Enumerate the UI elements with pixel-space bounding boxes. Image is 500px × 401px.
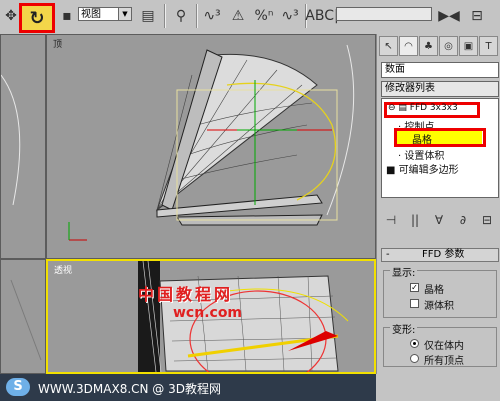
select-link-icon[interactable]: ⚲ [170, 5, 192, 27]
left-bottom-viewport[interactable] [0, 259, 46, 374]
watermark-site: wcn.com [173, 305, 243, 321]
mirror-icon[interactable]: ▶◀ [438, 5, 460, 27]
perspective-viewport[interactable]: 透视 中国教程网 wcn.com [46, 259, 376, 374]
display-group: 显示: ✓ 晶格 源体积 [383, 264, 497, 318]
viewport-label: 顶 [53, 40, 63, 50]
view-select-value: 视图 [81, 9, 101, 20]
scale-icon[interactable]: ▪ [56, 5, 78, 27]
stack-item-editable-poly[interactable]: ■ 可编辑多边形 [386, 161, 459, 176]
toolbar-divider [164, 4, 166, 28]
tab-create[interactable]: ↖ [379, 36, 398, 56]
chevron-down-icon[interactable]: ▼ [118, 8, 131, 20]
tab-hierarchy[interactable]: ♣ [419, 36, 438, 56]
top-viewport[interactable]: 顶 [46, 34, 376, 259]
toolbar-divider [196, 4, 198, 28]
tab-modify[interactable]: ◠ [399, 36, 418, 56]
left-viewport-grid [1, 74, 21, 206]
configure-sets-icon[interactable]: ⊟ [477, 211, 497, 229]
reference-coord-select[interactable]: 视图 ▼ [78, 7, 132, 21]
watermark-url: WWW.3DMAX8.CN @ 3D教程网 [38, 382, 222, 396]
lattice-checkbox[interactable]: ✓ [410, 283, 419, 292]
spinner-snap-icon[interactable]: ∿³ [279, 5, 301, 27]
all-vertices-radio[interactable] [410, 354, 419, 363]
modifier-stack: ⊖ ▤ FFD 3x3x3 · 控制点 晶格 · 设置体积 ■ 可编辑多边形 [381, 98, 499, 198]
left-bottom-viewport-grid [10, 279, 42, 361]
modifier-list-dropdown[interactable]: 修改器列表 [381, 81, 499, 97]
make-unique-icon[interactable]: ∀ [429, 211, 449, 229]
all-vertices-label: 所有顶点 [424, 356, 464, 367]
watermark-title: 中国教程网 [138, 285, 234, 304]
source-volume-checkbox-label: 源体积 [424, 301, 454, 312]
named-selection-icon[interactable]: ABC| [305, 5, 338, 27]
show-end-result-icon[interactable]: || [405, 211, 425, 229]
display-group-label: 显示: [390, 264, 418, 279]
only-in-volume-label: 仅在体内 [424, 341, 464, 352]
tab-display[interactable]: ▣ [459, 36, 478, 56]
tab-motion[interactable]: ◎ [439, 36, 458, 56]
main-toolbar: ✥ ↻ ▪ 视图 ▼ ▤ ⚲ ∿³ ⚠ %ⁿ ∿³ ABC| ▶◀ ⊟ [0, 0, 500, 35]
viewport-label: 透视 [54, 266, 73, 276]
left-viewport[interactable] [0, 34, 46, 259]
stack-item-prefix: ■ [386, 165, 396, 176]
object-name-field[interactable]: 数面 [381, 62, 499, 78]
angle-snap-icon[interactable]: ⚠ [227, 5, 249, 27]
stack-item-prefix: ⊖ ▤ [388, 103, 407, 113]
highlight-lattice [394, 128, 486, 147]
stack-item-set-volume[interactable]: · 设置体积 [398, 147, 444, 162]
pivot-icon[interactable]: ▤ [137, 5, 159, 27]
command-panel-tabs: ↖ ◠ ♣ ◎ ▣ T [379, 36, 499, 58]
panel-corner [376, 374, 500, 401]
stack-item-label: 可编辑多边形 [398, 165, 459, 176]
rotate-button[interactable]: ↻ [19, 3, 55, 33]
source-volume-checkbox[interactable] [410, 299, 419, 308]
stack-toolbar: ⊣ || ∀ ∂ ⊟ [381, 210, 499, 230]
ffd-params-rollout-header[interactable]: - FFD 参数 [381, 248, 499, 262]
pin-stack-icon[interactable]: ⊣ [381, 211, 401, 229]
deform-group: 变形: 仅在体内 所有顶点 [383, 321, 497, 367]
named-selection-field[interactable] [336, 7, 432, 21]
stack-item-label: FFD 3x3x3 [409, 103, 458, 113]
lattice-checkbox-label: 晶格 [424, 285, 444, 296]
command-panel: ↖ ◠ ♣ ◎ ▣ T 数面 修改器列表 ⊖ ▤ FFD 3x3x3 · 控制点… [376, 34, 500, 401]
remove-modifier-icon[interactable]: ∂ [453, 211, 473, 229]
only-in-volume-radio[interactable] [410, 339, 419, 348]
rollout-toggle: - [386, 249, 390, 260]
align-icon[interactable]: ⊟ [466, 5, 488, 27]
top-viewport-scene [68, 44, 355, 241]
watermark-bar: S WWW.3DMAX8.CN @ 3D教程网 [0, 374, 500, 401]
rollout-title: FFD 参数 [422, 249, 465, 260]
snap-toggle-icon[interactable]: ∿³ [201, 5, 223, 27]
deform-group-label: 变形: [390, 321, 418, 336]
stack-item-lattice[interactable]: 晶格 [412, 131, 432, 146]
stack-item-ffd[interactable]: ⊖ ▤ FFD 3x3x3 [388, 103, 458, 113]
site-logo-icon: S [6, 378, 30, 396]
tab-utilities[interactable]: T [479, 36, 498, 56]
percent-snap-icon[interactable]: %ⁿ [253, 5, 275, 27]
